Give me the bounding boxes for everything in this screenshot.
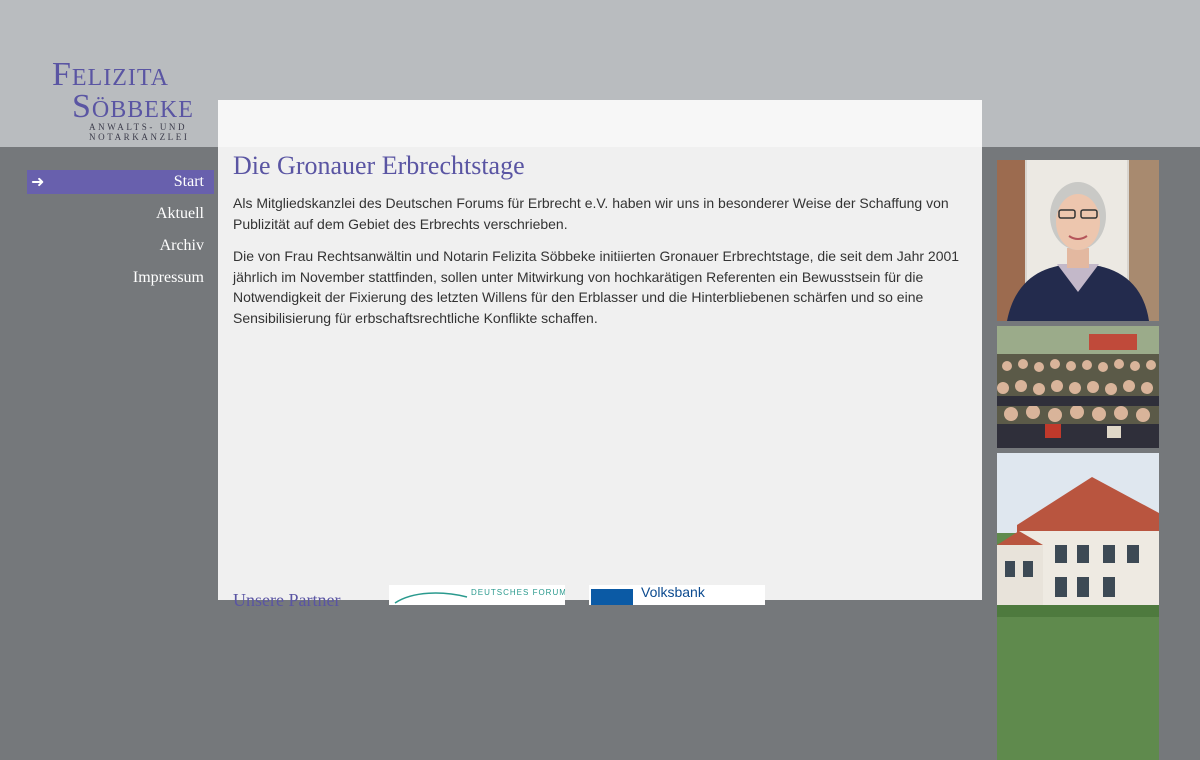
- intro-paragraph: Als Mitgliedskanzlei des Deutschen Forum…: [233, 195, 949, 232]
- portrait-photo: [997, 160, 1159, 321]
- logo[interactable]: FELIZITA SÖBBEKE ANWALTS- UND NOTARKANZL…: [52, 56, 202, 144]
- nav-item-archiv[interactable]: Archiv: [27, 234, 214, 258]
- volksbank-mark-icon: [591, 589, 633, 605]
- nav-item-label: Archiv: [159, 237, 204, 254]
- nav-item-impressum[interactable]: Impressum: [27, 266, 214, 290]
- partner-logo-volksbank[interactable]: Volksbank: [589, 585, 765, 605]
- arrow-right-icon: ➜: [31, 172, 45, 191]
- partner-name: DEUTSCHES FORUM: [471, 588, 565, 597]
- logo-line-1: FELIZITA: [52, 56, 169, 93]
- page-title: Die Gronauer Erbrechtstage: [233, 151, 525, 180]
- partners-heading: Unsere Partner: [233, 590, 341, 610]
- nav-item-label: Start: [173, 173, 204, 190]
- partner-logo-deutsches-forum[interactable]: DEUTSCHES FORUM: [389, 585, 565, 605]
- content-header-strip: [218, 100, 982, 147]
- main-navigation: ➜ Start Aktuell Archiv Impressum: [27, 170, 214, 298]
- description-paragraph: Die von Frau Rechtsanwältin und Notarin …: [233, 248, 960, 326]
- main-content: Die Gronauer Erbrechtstage Als Mitglieds…: [218, 147, 982, 610]
- swoosh-icon: [394, 592, 468, 604]
- nav-item-label: Aktuell: [156, 205, 204, 222]
- nav-item-aktuell[interactable]: Aktuell: [27, 202, 214, 226]
- logo-line-2: SÖBBEKE: [72, 88, 194, 125]
- nav-item-label: Impressum: [132, 269, 204, 286]
- audience-photo: [997, 326, 1159, 448]
- logo-subtitle: ANWALTS- UND NOTARKANZLEI: [89, 122, 190, 142]
- office-building-photo: [997, 453, 1159, 760]
- nav-item-start[interactable]: ➜ Start: [27, 170, 214, 194]
- partner-name: Volksbank: [641, 585, 705, 600]
